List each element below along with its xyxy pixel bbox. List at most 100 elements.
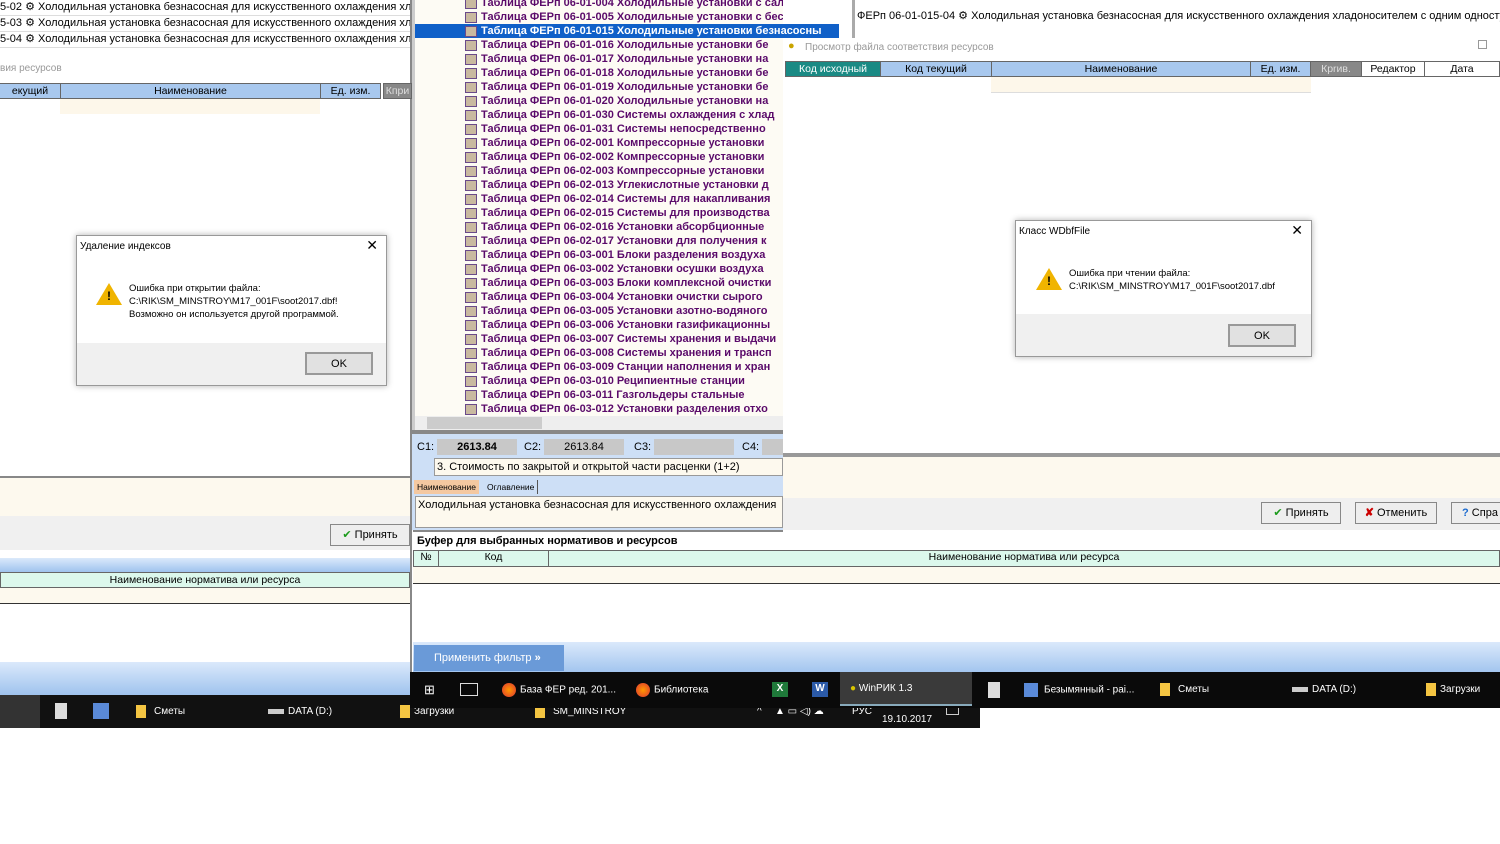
tree-item[interactable]: Таблица ФЕРп 06-03-005 Установки азотно-… <box>415 304 783 318</box>
tree-item[interactable]: Таблица ФЕРп 06-03-008 Системы хранения … <box>415 346 783 360</box>
tree-item[interactable]: Таблица ФЕРп 06-02-016 Установки абсорбц… <box>415 220 783 234</box>
col-editor[interactable]: Редактор <box>1361 61 1425 77</box>
taskbar-winrik[interactable]: ● WinPИК 1.3 <box>840 672 972 706</box>
word-icon[interactable]: W <box>812 682 828 697</box>
tree-item[interactable]: Таблица ФЕРп 06-02-017 Установки для пол… <box>415 234 783 248</box>
col-name[interactable]: Наименование <box>991 61 1251 77</box>
list-item[interactable]: 5-04 ⚙ Холодильная установка безнасосная… <box>0 32 410 48</box>
taskbar-edge <box>0 695 40 728</box>
close-icon[interactable]: ✕ <box>1291 222 1303 239</box>
col-coef[interactable]: Кprив. <box>1310 61 1362 77</box>
taskbar-firefox-fer[interactable]: База ФЕР ред. 201... <box>502 683 616 698</box>
tree-item[interactable]: Таблица ФЕРп 06-03-009 Станции наполнени… <box>415 360 783 374</box>
tree-item[interactable]: Таблица ФЕРп 06-03-003 Блоки комплексной… <box>415 276 783 290</box>
left-list: 5-02 ⚙ Холодильная установка безнасосная… <box>0 0 410 52</box>
col-coef[interactable]: Кпри <box>383 83 412 99</box>
tree-item-label: Таблица ФЕРп 06-03-001 Блоки разделения … <box>481 249 766 261</box>
taskbar-smety[interactable]: Сметы <box>1160 683 1209 697</box>
c4-value <box>762 439 783 455</box>
calculator-icon[interactable] <box>988 682 1000 698</box>
table-icon <box>465 82 477 93</box>
list-item[interactable]: 5-03 ⚙ Холодильная установка безнасосная… <box>0 16 410 32</box>
excel-icon[interactable]: X <box>772 682 788 697</box>
tree-item[interactable]: Таблица ФЕРп 06-03-011 Газгольдеры сталь… <box>415 388 783 402</box>
cancel-button[interactable]: ✘ Отменить <box>1355 502 1437 524</box>
tree-item[interactable]: Таблица ФЕРп 06-03-012 Установки разделе… <box>415 402 783 416</box>
table-icon <box>465 96 477 107</box>
tree-item[interactable]: Таблица ФЕРп 06-02-014 Системы для накап… <box>415 192 783 206</box>
col-number[interactable]: № <box>413 550 439 567</box>
col-unit[interactable]: Ед. изм. <box>1250 61 1311 77</box>
check-icon: ✔ <box>1273 507 1283 519</box>
tree-item[interactable]: Таблица ФЕРп 06-01-017 Холодильные устан… <box>415 52 783 66</box>
tree-item-label: Таблица ФЕРп 06-02-014 Системы для накап… <box>481 193 771 205</box>
taskbar-data-drive[interactable]: DATA (D:) <box>268 705 332 719</box>
tree-item[interactable]: Таблица ФЕРп 06-01-005 Холодильные устан… <box>415 10 783 24</box>
scroll-thumb[interactable] <box>427 417 542 429</box>
tree-item[interactable]: Таблица ФЕРп 06-01-020 Холодильные устан… <box>415 94 783 108</box>
tree-item[interactable]: Таблица ФЕРп 06-03-006 Установки газифик… <box>415 318 783 332</box>
tree-item[interactable]: Таблица ФЕРп 06-01-016 Холодильные устан… <box>415 38 783 52</box>
calculator-icon[interactable] <box>55 703 67 719</box>
col-date[interactable]: Дата <box>1424 61 1500 77</box>
taskbar-smety[interactable]: Сметы <box>136 705 185 719</box>
name-text[interactable]: Холодильная установка безнасосная для ис… <box>415 496 783 528</box>
tree-item[interactable]: Таблица ФЕРп 06-02-003 Компрессорные уст… <box>415 164 783 178</box>
accept-button[interactable]: ✔ Принять <box>1261 502 1341 524</box>
apply-filter-button[interactable]: Применить фильтр » <box>414 645 564 671</box>
norm-tree[interactable]: Таблица ФЕРп 06-01-004 Холодильные устан… <box>412 0 839 430</box>
col-name[interactable]: Наименование <box>60 83 321 99</box>
buffer-row[interactable] <box>413 567 1500 584</box>
list-item[interactable] <box>855 0 1500 9</box>
taskbar-downloads[interactable]: Загрузки <box>1426 683 1480 697</box>
tree-item[interactable]: Таблица ФЕРп 06-03-002 Установки осушки … <box>415 262 783 276</box>
costs-panel: C1: 2613.84 C2: 2613.84 C3: C4: 3. Стоим… <box>412 430 783 530</box>
tree-item[interactable]: Таблица ФЕРп 06-01-015 Холодильные устан… <box>415 24 839 38</box>
paint-icon[interactable] <box>93 703 109 719</box>
tree-item[interactable]: Таблица ФЕРп 06-02-015 Системы для произ… <box>415 206 783 220</box>
tree-item[interactable]: Таблица ФЕРп 06-03-010 Реципиентные стан… <box>415 374 783 388</box>
tree-item-label: Таблица ФЕРп 06-03-002 Установки осушки … <box>481 263 764 275</box>
tree-scrollbar[interactable] <box>415 416 783 430</box>
tree-item[interactable]: Таблица ФЕРп 06-01-019 Холодильные устан… <box>415 80 783 94</box>
warning-icon: ! <box>1036 268 1062 290</box>
tree-item[interactable]: Таблица ФЕРп 06-02-002 Компрессорные уст… <box>415 150 783 164</box>
col-current-code[interactable]: Код текущий <box>880 61 992 77</box>
tree-item[interactable]: Таблица ФЕРп 06-03-004 Установки очистки… <box>415 290 783 304</box>
tree-item[interactable]: Таблица ФЕРп 06-02-013 Углекислотные уст… <box>415 178 783 192</box>
close-icon[interactable]: ✕ <box>366 237 378 254</box>
buffer-col-name[interactable]: Наименование норматива или ресурса <box>0 572 410 588</box>
tree-item[interactable]: Таблица ФЕРп 06-01-004 Холодильные устан… <box>415 0 783 10</box>
tree-item[interactable]: Таблица ФЕРп 06-01-030 Системы охлаждени… <box>415 108 783 122</box>
taskbar-data-drive[interactable]: DATA (D:) <box>1292 683 1356 697</box>
table-row[interactable] <box>991 77 1311 93</box>
list-item[interactable]: 5-02 ⚙ Холодильная установка безнасосная… <box>0 0 410 16</box>
list-item[interactable]: ФЕРп 06-01-015-04 ⚙ Холодильная установк… <box>855 9 1500 25</box>
col-code[interactable]: Код <box>438 550 549 567</box>
col-current-code[interactable]: екущий <box>0 83 61 99</box>
tab-contents[interactable]: Оглавление <box>484 480 539 494</box>
start-icon[interactable]: ⊞ <box>424 683 435 697</box>
tree-item[interactable]: Таблица ФЕРп 06-03-007 Системы хранения … <box>415 332 783 346</box>
col-source-code[interactable]: Код исходный <box>785 61 881 77</box>
accept-button[interactable]: ✔ Принять <box>330 524 410 546</box>
col-unit[interactable]: Ед. изм. <box>320 83 381 99</box>
tree-item[interactable]: Таблица ФЕРп 06-03-001 Блоки разделения … <box>415 248 783 262</box>
help-button[interactable]: ? Спра <box>1451 502 1500 524</box>
tab-name[interactable]: Наименование <box>414 480 479 494</box>
taskbar-firefox-library[interactable]: Библиотека <box>636 683 708 698</box>
task-view-icon[interactable] <box>460 683 478 696</box>
tree-item[interactable]: Таблица ФЕРп 06-01-018 Холодильные устан… <box>415 66 783 80</box>
taskbar-paint[interactable]: Безымянный - pai... <box>1024 683 1134 698</box>
maximize-icon[interactable] <box>1478 40 1487 49</box>
ok-button[interactable]: OK <box>305 352 373 375</box>
help-icon: ? <box>1462 507 1469 519</box>
tree-item-label: Таблица ФЕРп 06-03-007 Системы хранения … <box>481 333 777 345</box>
tree-item-label: Таблица ФЕРп 06-03-006 Установки газифик… <box>481 319 771 331</box>
tree-item[interactable]: Таблица ФЕРп 06-01-031 Системы непосредс… <box>415 122 783 136</box>
tree-item[interactable]: Таблица ФЕРп 06-02-001 Компрессорные уст… <box>415 136 783 150</box>
clock-date[interactable]: 19.10.2017 <box>882 713 932 727</box>
ok-button[interactable]: OK <box>1228 324 1296 347</box>
col-norm-name[interactable]: Наименование норматива или ресурса <box>548 550 1500 567</box>
table-row[interactable] <box>60 99 320 114</box>
